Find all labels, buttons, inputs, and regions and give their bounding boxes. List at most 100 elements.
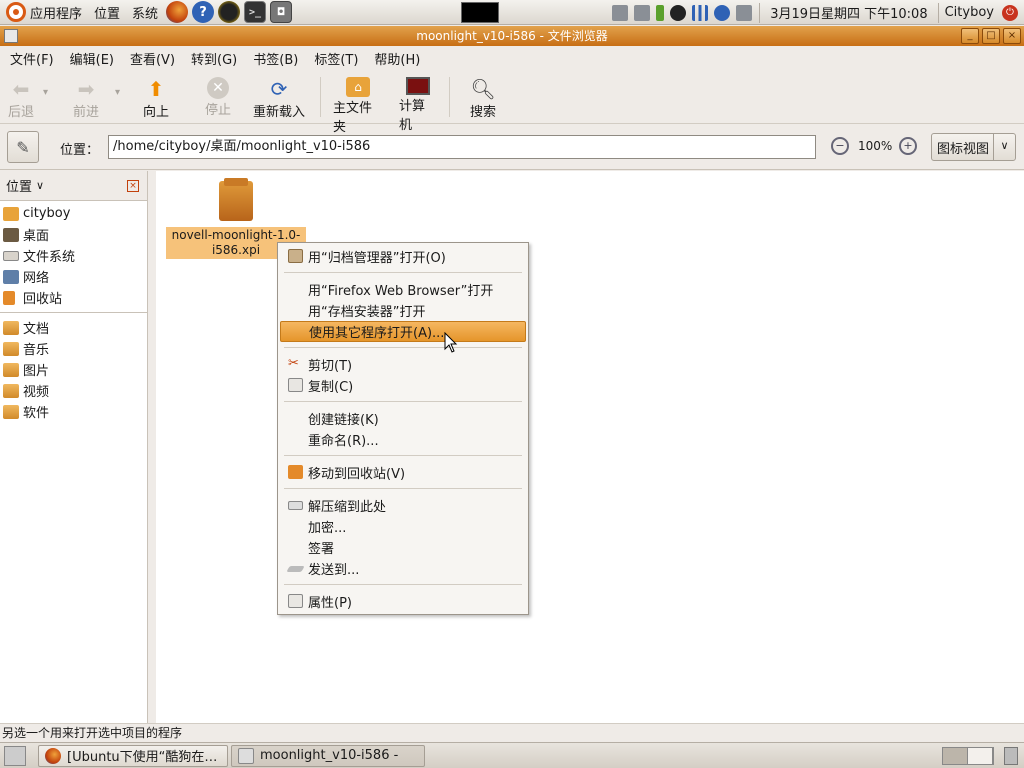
maximize-button[interactable]: □ [982,28,1000,44]
menu-sign[interactable]: 签署 [280,537,526,558]
package-icon [219,178,253,221]
up-button[interactable]: ⬆ 向上 [132,71,180,120]
sidebar-item-music[interactable]: 音乐 [0,338,147,359]
menu-item-label: 解压缩到此处 [308,500,387,515]
screenshot-icon[interactable]: ◘ [270,1,293,23]
user-switcher[interactable]: Cityboy [943,0,996,25]
applications-menu[interactable]: 应用程序 [0,0,88,25]
menu-open-archive-manager[interactable]: 用“归档管理器”打开(O) [280,246,526,267]
workspace-switcher[interactable] [942,747,994,765]
chevron-down-icon[interactable]: ▾ [115,87,120,98]
applications-menu-label: 应用程序 [30,6,83,22]
taskbar-item-firefox[interactable]: [Ubuntu下使用“酷狗在… [38,744,228,767]
mouse-cursor-icon [444,332,458,353]
taskbar-item-file-browser[interactable]: moonlight_v10-i586 - [231,744,425,767]
window-menu-icon[interactable] [4,29,18,43]
tray-separator [759,2,761,23]
computer-button[interactable]: 计算机 [391,71,445,133]
sidebar-title: 位置 [6,180,33,195]
system-menu[interactable]: 系统 [126,0,164,25]
bluetooth-icon[interactable] [714,4,731,21]
sidebar-item-pictures[interactable]: 图片 [0,359,147,380]
forward-button[interactable]: ➡ 前进 ▾ [58,71,120,120]
volume-icon[interactable] [612,4,629,21]
sidebar-header[interactable]: 位置 ∨ × [0,171,147,201]
battery-icon[interactable] [656,4,665,21]
trash-applet-icon[interactable] [1004,747,1018,765]
terminal-icon[interactable]: >_ [244,1,267,23]
menu-encrypt[interactable]: 加密... [280,516,526,537]
sidebar-item-documents[interactable]: 文档 [0,317,147,338]
view-mode-select[interactable]: 图标视图 ∨ [931,133,1016,161]
printer-icon[interactable] [736,4,753,21]
reload-button[interactable]: ⟳ 重新载入 [242,71,316,120]
menu-view[interactable]: 查看(V) [122,49,183,68]
menu-item-label: 剪切(T) [308,359,353,374]
view-mode-value: 图标视图 [937,141,990,157]
menu-file[interactable]: 文件(F) [2,49,62,68]
zoom-level[interactable]: 100% [858,139,892,153]
chevron-down-icon[interactable]: ▾ [43,87,48,98]
window-titlebar[interactable]: moonlight_v10-i586 - 文件浏览器 _ □ × [0,26,1024,46]
menu-open-other[interactable]: 使用其它程序打开(A)... [280,321,526,342]
workspace-1[interactable] [943,748,968,764]
home-folder-icon [3,206,19,221]
menu-extract-here[interactable]: 解压缩到此处 [280,495,526,516]
clock[interactable]: 3月19日星期四 下午10:08 [764,0,933,25]
menu-help[interactable]: 帮助(H) [366,49,428,68]
sidebar-item-software[interactable]: 软件 [0,401,147,422]
scissors-icon: ✂ [288,356,299,371]
chevron-down-icon[interactable]: ∨ [36,179,44,192]
pane-splitter[interactable] [148,171,156,723]
menu-send-to[interactable]: 发送到... [280,558,526,579]
extract-icon [288,501,303,510]
qq-icon[interactable] [218,1,241,23]
menu-open-installer[interactable]: 用“存档安装器”打开 [280,300,526,321]
menu-tabs[interactable]: 标签(T) [306,49,366,68]
zoom-out-icon[interactable]: − [831,137,849,155]
power-icon[interactable]: ⏻ [1002,4,1018,21]
status-bar: 另选一个用来打开选中项目的程序 [0,723,1024,741]
sidebar-item-videos[interactable]: 视频 [0,380,147,401]
sidebar-item-trash[interactable]: 回收站 [0,287,147,308]
sidebar-item-home[interactable]: cityboy [0,203,147,224]
sidebar-item-label: 视频 [23,385,50,400]
minimize-button[interactable]: _ [961,28,979,44]
menu-edit[interactable]: 编辑(E) [62,49,122,68]
back-button[interactable]: ⬅ 后退 ▾ [0,71,48,120]
wireless-signal-icon[interactable] [692,4,709,21]
help-icon[interactable]: ? [192,1,215,23]
search-button[interactable]: 🔍︎ 搜索 [460,71,506,120]
sidebar-item-desktop[interactable]: 桌面 [0,224,147,245]
location-toggle-button[interactable]: ✎ [7,131,39,163]
workspace-2[interactable] [968,748,993,764]
network-manager-icon[interactable] [634,4,651,21]
location-input[interactable]: /home/cityboy/桌面/moonlight_v10-i586 [108,135,816,159]
menu-copy[interactable]: 复制(C) [280,375,526,396]
menu-go[interactable]: 转到(G) [183,49,245,68]
firefox-icon[interactable] [166,1,189,23]
zoom-in-icon[interactable]: + [899,137,917,155]
sidebar-item-network[interactable]: 网络 [0,266,147,287]
close-button[interactable]: × [1003,28,1021,44]
menu-properties[interactable]: 属性(P) [280,591,526,612]
chevron-down-icon[interactable]: ∨ [993,134,1015,160]
menu-cut[interactable]: ✂ 剪切(T) [280,354,526,375]
show-desktop-icon[interactable] [4,745,26,766]
menu-make-link[interactable]: 创建链接(K) [280,408,526,429]
stop-button[interactable]: ✕ 停止 [194,71,242,118]
folder-icon [3,320,19,335]
menu-item-label: 用“Firefox Web Browser”打开 [308,284,494,299]
system-monitor-applet[interactable] [461,2,499,23]
qq-tray-icon[interactable] [670,4,687,21]
toolbar-separator [449,77,450,117]
sidebar-item-filesystem[interactable]: 文件系统 [0,245,147,266]
sidebar-close-icon[interactable]: × [127,180,139,192]
menu-move-to-trash[interactable]: 移动到回收站(V) [280,462,526,483]
places-menu[interactable]: 位置 [88,0,126,25]
up-arrow-icon: ⬆ [147,77,165,101]
location-label: 位置： [60,143,100,158]
menu-open-firefox[interactable]: 用“Firefox Web Browser”打开 [280,279,526,300]
menu-bookmarks[interactable]: 书签(B) [245,49,306,68]
menu-rename[interactable]: 重命名(R)... [280,429,526,450]
